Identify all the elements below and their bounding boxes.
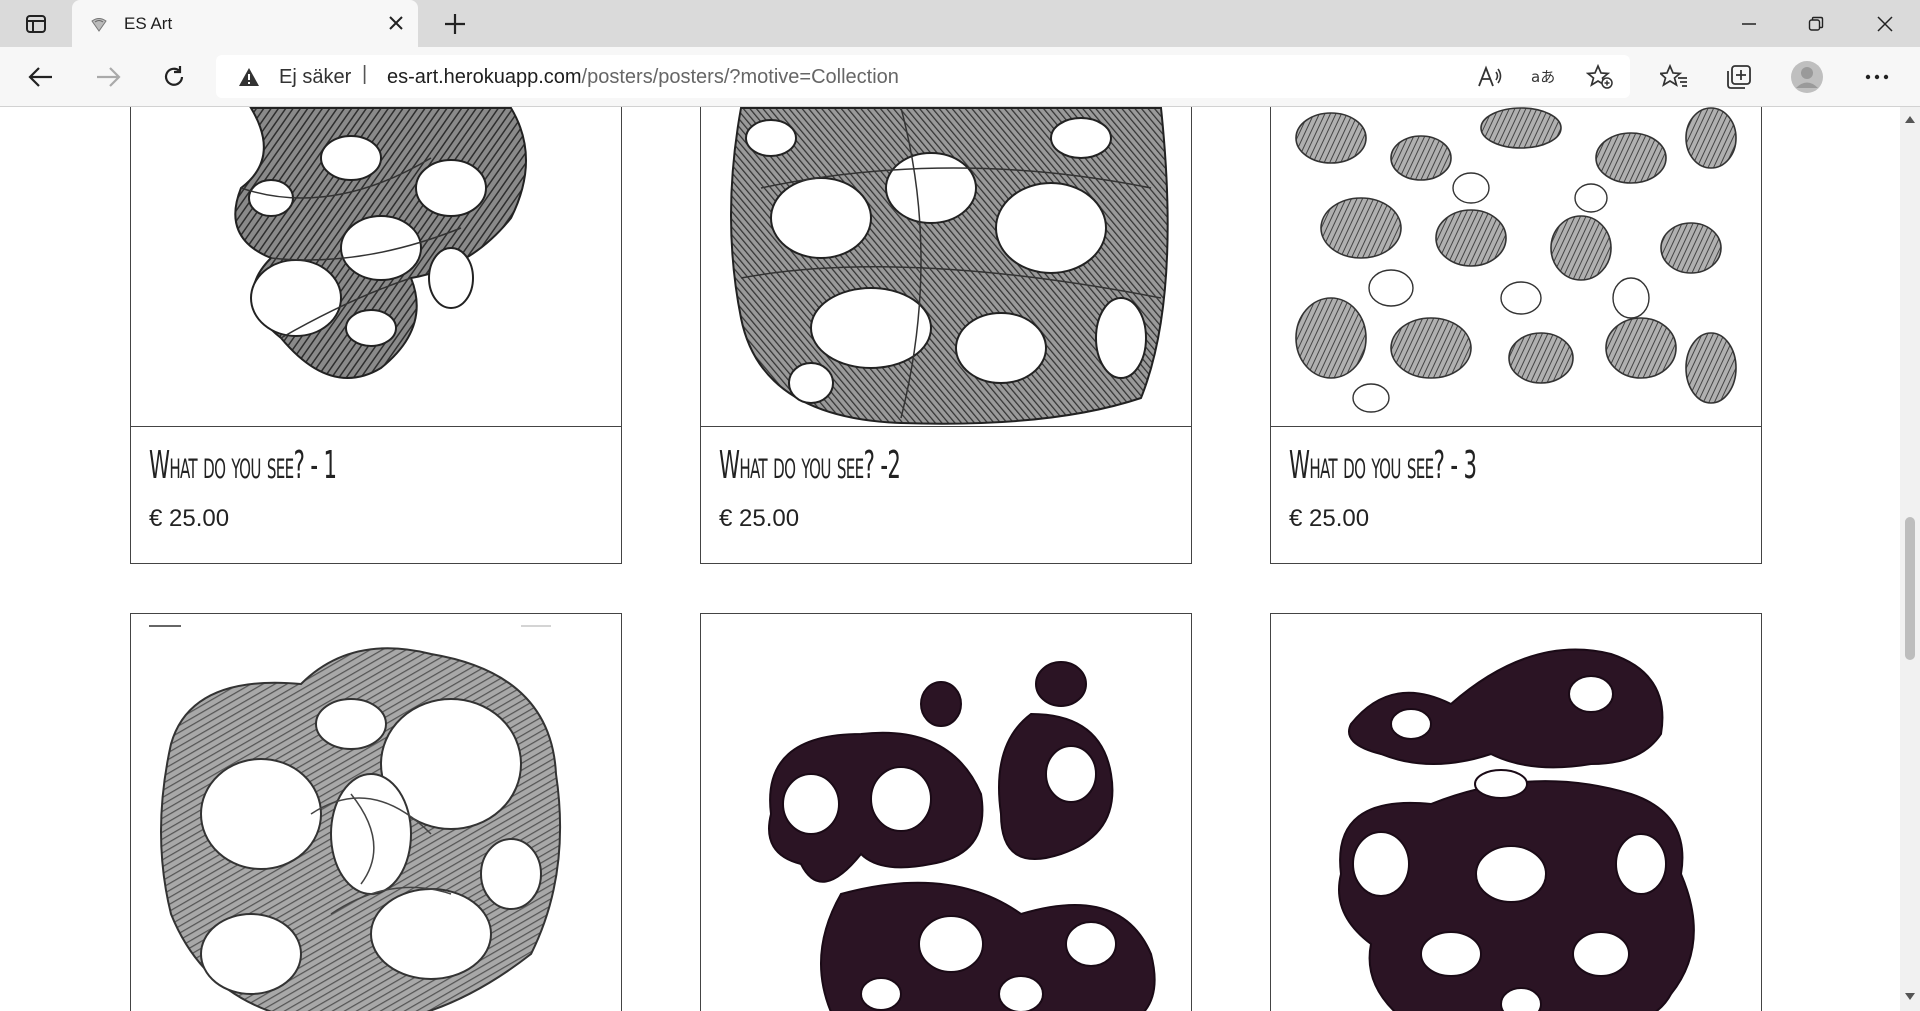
url-text[interactable]: es-art.herokuapp.com/posters/posters/?mo… bbox=[387, 66, 899, 89]
drawing-image bbox=[730, 107, 1169, 425]
divider: | bbox=[362, 63, 368, 85]
tab-title: ES Art bbox=[124, 14, 173, 33]
page-content: What do you see? - 1 € 25.00 What do you… bbox=[0, 107, 1900, 1011]
url-path: /posters/posters/?motive=Collection bbox=[581, 66, 899, 88]
refresh-icon bbox=[164, 66, 184, 86]
product-price: € 25.00 bbox=[149, 505, 230, 532]
collections-icon bbox=[1727, 65, 1751, 89]
product-title[interactable]: What do you see? - 3 bbox=[1289, 443, 1477, 487]
favorites-icon bbox=[1660, 64, 1687, 87]
sidebar-icon bbox=[26, 14, 46, 33]
collections-button[interactable] bbox=[1722, 60, 1756, 94]
close-icon bbox=[1877, 15, 1893, 32]
add-favorite-icon bbox=[1586, 64, 1613, 89]
favorites-button[interactable] bbox=[1657, 60, 1691, 94]
restore-icon bbox=[1808, 16, 1824, 31]
restore-button[interactable] bbox=[1793, 0, 1839, 47]
favicon-icon bbox=[91, 18, 107, 32]
translate-icon: aあ bbox=[1531, 68, 1555, 86]
drawing-image bbox=[768, 661, 1156, 1011]
chevron-up-icon bbox=[1905, 116, 1915, 123]
translate-button[interactable]: aあ bbox=[1528, 61, 1560, 93]
profile-icon bbox=[1791, 61, 1823, 93]
product-image[interactable] bbox=[701, 107, 1191, 426]
product-card[interactable] bbox=[130, 613, 622, 1011]
page-scrollbar[interactable] bbox=[1900, 107, 1920, 1011]
security-label[interactable]: Ej säker bbox=[279, 66, 351, 89]
more-button[interactable] bbox=[1860, 60, 1894, 94]
tab-strip: ES Art bbox=[0, 0, 1920, 48]
sidebar-toggle-button[interactable] bbox=[18, 0, 54, 47]
product-info: What do you see? - 1 € 25.00 bbox=[131, 426, 621, 564]
scrollbar-thumb[interactable] bbox=[1905, 517, 1915, 660]
back-button[interactable] bbox=[24, 60, 58, 94]
product-price: € 25.00 bbox=[1289, 505, 1370, 532]
drawing-image bbox=[1295, 107, 1737, 413]
more-icon bbox=[1865, 74, 1889, 80]
scroll-down-button[interactable] bbox=[1904, 991, 1916, 1003]
close-icon bbox=[389, 16, 403, 30]
product-price: € 25.00 bbox=[719, 505, 800, 532]
minimize-button[interactable] bbox=[1726, 0, 1772, 47]
product-info: What do you see? -2 € 25.00 bbox=[701, 426, 1191, 564]
address-bar[interactable]: Ej säker | es-art.herokuapp.com/posters/… bbox=[216, 55, 1630, 98]
read-aloud-button[interactable] bbox=[1474, 61, 1506, 93]
refresh-button[interactable] bbox=[157, 60, 191, 94]
svg-text:aあ: aあ bbox=[1531, 68, 1555, 86]
add-favorite-button[interactable] bbox=[1584, 61, 1616, 93]
forward-button[interactable] bbox=[91, 60, 125, 94]
read-aloud-icon bbox=[1478, 65, 1502, 87]
new-tab-button[interactable] bbox=[442, 11, 468, 37]
url-host: es-art.herokuapp.com bbox=[387, 66, 582, 88]
product-card[interactable]: What do you see? -2 € 25.00 bbox=[700, 107, 1192, 564]
product-image[interactable] bbox=[1271, 107, 1761, 426]
product-title[interactable]: What do you see? - 1 bbox=[149, 443, 337, 487]
drawing-image bbox=[1338, 648, 1695, 1011]
close-window-button[interactable] bbox=[1862, 0, 1908, 47]
product-image[interactable] bbox=[1271, 614, 1761, 1011]
product-title[interactable]: What do you see? -2 bbox=[719, 443, 901, 487]
product-card[interactable]: What do you see? - 3 € 25.00 bbox=[1270, 107, 1762, 564]
forward-icon bbox=[97, 67, 121, 87]
back-icon bbox=[28, 67, 52, 87]
browser-toolbar: Ej säker | es-art.herokuapp.com/posters/… bbox=[0, 47, 1920, 107]
tab-es-art[interactable]: ES Art bbox=[72, 0, 418, 48]
warning-icon bbox=[239, 68, 259, 86]
product-info: What do you see? - 3 € 25.00 bbox=[1271, 426, 1761, 564]
product-image[interactable] bbox=[131, 614, 621, 1011]
product-image[interactable] bbox=[131, 107, 621, 426]
tab-close-button[interactable] bbox=[386, 13, 406, 33]
product-card[interactable] bbox=[1270, 613, 1762, 1011]
drawing-image bbox=[149, 625, 562, 1011]
product-image[interactable] bbox=[701, 614, 1191, 1011]
product-card[interactable]: What do you see? - 1 € 25.00 bbox=[130, 107, 622, 564]
drawing-image bbox=[234, 107, 527, 379]
chevron-down-icon bbox=[1905, 993, 1915, 1000]
minimize-icon bbox=[1742, 22, 1756, 25]
product-card[interactable] bbox=[700, 613, 1192, 1011]
scroll-up-button[interactable] bbox=[1904, 113, 1916, 125]
profile-button[interactable] bbox=[1790, 60, 1824, 94]
